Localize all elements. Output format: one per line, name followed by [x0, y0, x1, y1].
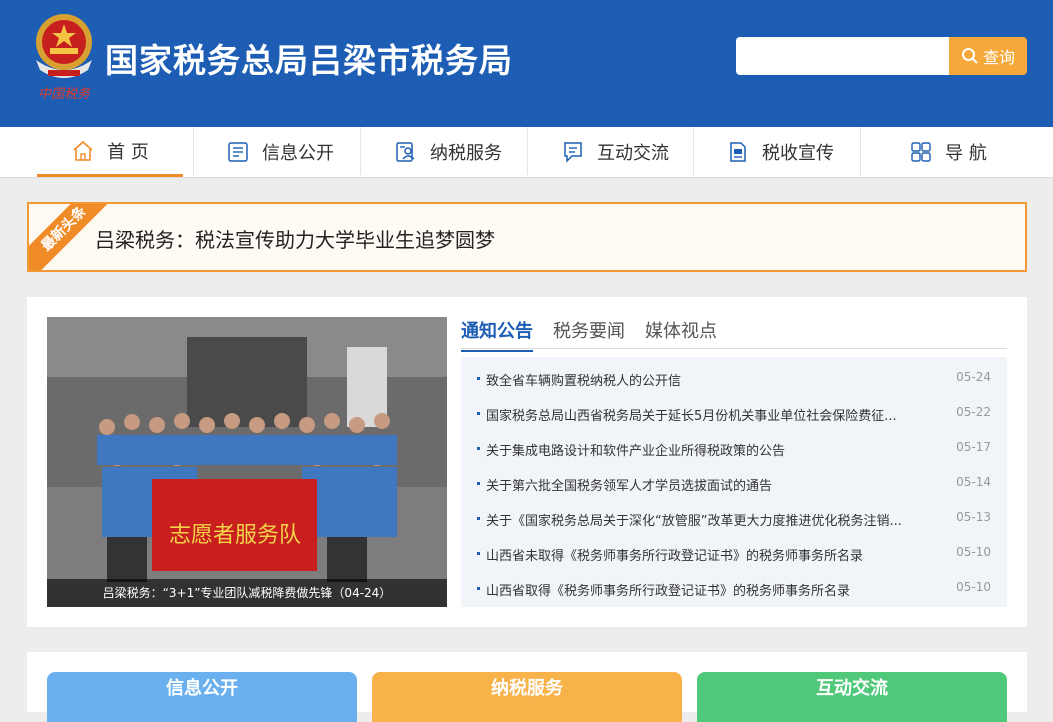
news-title: 山西省未取得《税务师事务所行政登记证书》的税务师事务所名录	[486, 549, 864, 564]
chat-icon	[564, 142, 582, 163]
nav-item-service[interactable]: 纳税服务	[368, 127, 528, 177]
nav-divider	[860, 127, 861, 175]
bullet-icon	[477, 517, 480, 520]
news-title: 关于第六批全国税务领军人才学员选拔面试的通告	[486, 479, 773, 494]
search-icon	[961, 48, 978, 64]
nav-item-label: 信息公开	[262, 143, 334, 164]
nav-item-label: 导 航	[945, 143, 987, 164]
featured-photo[interactable]: 志愿者服务队 吕梁税务：“3+1”专业团队减税降费做先锋（04-24）	[47, 317, 447, 607]
shortcut-section: 信息公开 纳税服务 互动交流	[27, 652, 1027, 722]
site-header: 中国税务 国家税务总局吕梁市税务局 查询	[0, 0, 1053, 127]
list-item[interactable]: 山西省取得《税务师事务所行政登记证书》的税务师事务所名录 05-10	[461, 572, 1007, 607]
nav-divider	[527, 127, 528, 175]
news-date: 05-22	[956, 405, 991, 419]
search-input[interactable]	[736, 37, 949, 75]
list-item[interactable]: 山西省未取得《税务师事务所行政登记证书》的税务师事务所名录 05-10	[461, 537, 1007, 572]
nav-divider	[193, 127, 194, 175]
national-emblem-icon: 中国税务	[36, 14, 92, 101]
site-title: 国家税务总局吕梁市税务局	[105, 41, 513, 80]
photo-caption[interactable]: 吕梁税务：“3+1”专业团队减税降费做先锋（04-24）	[47, 579, 447, 607]
group-photo-image: 志愿者服务队	[47, 317, 447, 607]
info-doc-icon	[228, 142, 248, 162]
nav-item-label: 纳税服务	[430, 143, 502, 164]
bullet-icon	[477, 377, 480, 380]
news-title: 关于《国家税务总局关于深化“放管服”改革更大力度推进优化税务注销...	[486, 514, 902, 529]
headline-banner: 最新头条 吕梁税务：税法宣传助力大学毕业生追梦圆梦	[27, 202, 1027, 272]
news-title: 山西省取得《税务师事务所行政登记证书》的税务师事务所名录	[486, 584, 851, 599]
tab-notices[interactable]: 通知公告	[461, 317, 533, 352]
emblem-caption: 中国税务	[38, 86, 91, 101]
list-item[interactable]: 致全省车辆购置税纳税人的公开信 05-24	[461, 362, 1007, 397]
search-button[interactable]: 查询	[949, 37, 1027, 75]
list-item[interactable]: 关于集成电路设计和软件产业企业所得税政策的公告 05-17	[461, 432, 1007, 467]
news-tabs: 通知公告 税务要闻 媒体视点	[461, 317, 1007, 352]
list-item[interactable]: 国家税务总局山西省税务局关于延长5月份机关事业单位社会保险费征... 05-22	[461, 397, 1007, 432]
news-title: 国家税务总局山西省税务局关于延长5月份机关事业单位社会保险费征...	[486, 409, 897, 424]
nav-item-label: 互动交流	[597, 143, 669, 164]
news-date: 05-10	[956, 545, 991, 559]
photo-banner-text: 志愿者服务队	[169, 522, 301, 547]
nav-item-label: 税收宣传	[762, 143, 834, 164]
bullet-icon	[477, 552, 480, 555]
news-title: 关于集成电路设计和软件产业企业所得税政策的公告	[486, 444, 786, 459]
news-date: 05-14	[956, 475, 991, 489]
shortcut-interaction-button[interactable]: 互动交流	[697, 672, 1007, 722]
publicity-icon	[730, 142, 746, 162]
shortcut-info-button[interactable]: 信息公开	[47, 672, 357, 722]
home-icon	[73, 140, 93, 161]
nav-divider	[693, 127, 694, 175]
list-item[interactable]: 关于《国家税务总局关于深化“放管服”改革更大力度推进优化税务注销... 05-1…	[461, 502, 1007, 537]
grid-icon	[911, 142, 931, 162]
news-title: 致全省车辆购置税纳税人的公开信	[486, 374, 682, 389]
bullet-icon	[477, 447, 480, 450]
nav-divider	[360, 127, 361, 175]
list-item[interactable]: 关于第六批全国税务领军人才学员选拔面试的通告 05-14	[461, 467, 1007, 502]
main-nav: 首 页 信息公开 纳税服务 互动交流 税收宣传 导 航	[0, 127, 1053, 178]
service-icon	[396, 142, 415, 162]
news-date: 05-17	[956, 440, 991, 454]
nav-item-home[interactable]: 首 页	[37, 127, 183, 177]
tab-tax-news[interactable]: 税务要闻	[553, 317, 625, 343]
bullet-icon	[477, 412, 480, 415]
news-list: 致全省车辆购置税纳税人的公开信 05-24 国家税务总局山西省税务局关于延长5月…	[461, 357, 1007, 607]
bullet-icon	[477, 482, 480, 485]
bullet-icon	[477, 587, 480, 590]
headline-link[interactable]: 吕梁税务：税法宣传助力大学毕业生追梦圆梦	[95, 204, 495, 270]
nav-item-publicity[interactable]: 税收宣传	[700, 127, 860, 177]
tab-media-view[interactable]: 媒体视点	[645, 317, 717, 343]
news-date: 05-13	[956, 510, 991, 524]
news-panel: 志愿者服务队 吕梁税务：“3+1”专业团队减税降费做先锋（04-24） 通知公告…	[27, 297, 1027, 627]
nav-item-info[interactable]: 信息公开	[200, 127, 360, 177]
nav-item-interaction[interactable]: 互动交流	[535, 127, 695, 177]
nav-item-label: 首 页	[107, 141, 149, 163]
shortcut-service-button[interactable]: 纳税服务	[372, 672, 682, 722]
news-date: 05-10	[956, 580, 991, 594]
search-button-label: 查询	[982, 48, 1015, 67]
nav-item-navigation[interactable]: 导 航	[868, 127, 1028, 177]
news-date: 05-24	[956, 370, 991, 384]
